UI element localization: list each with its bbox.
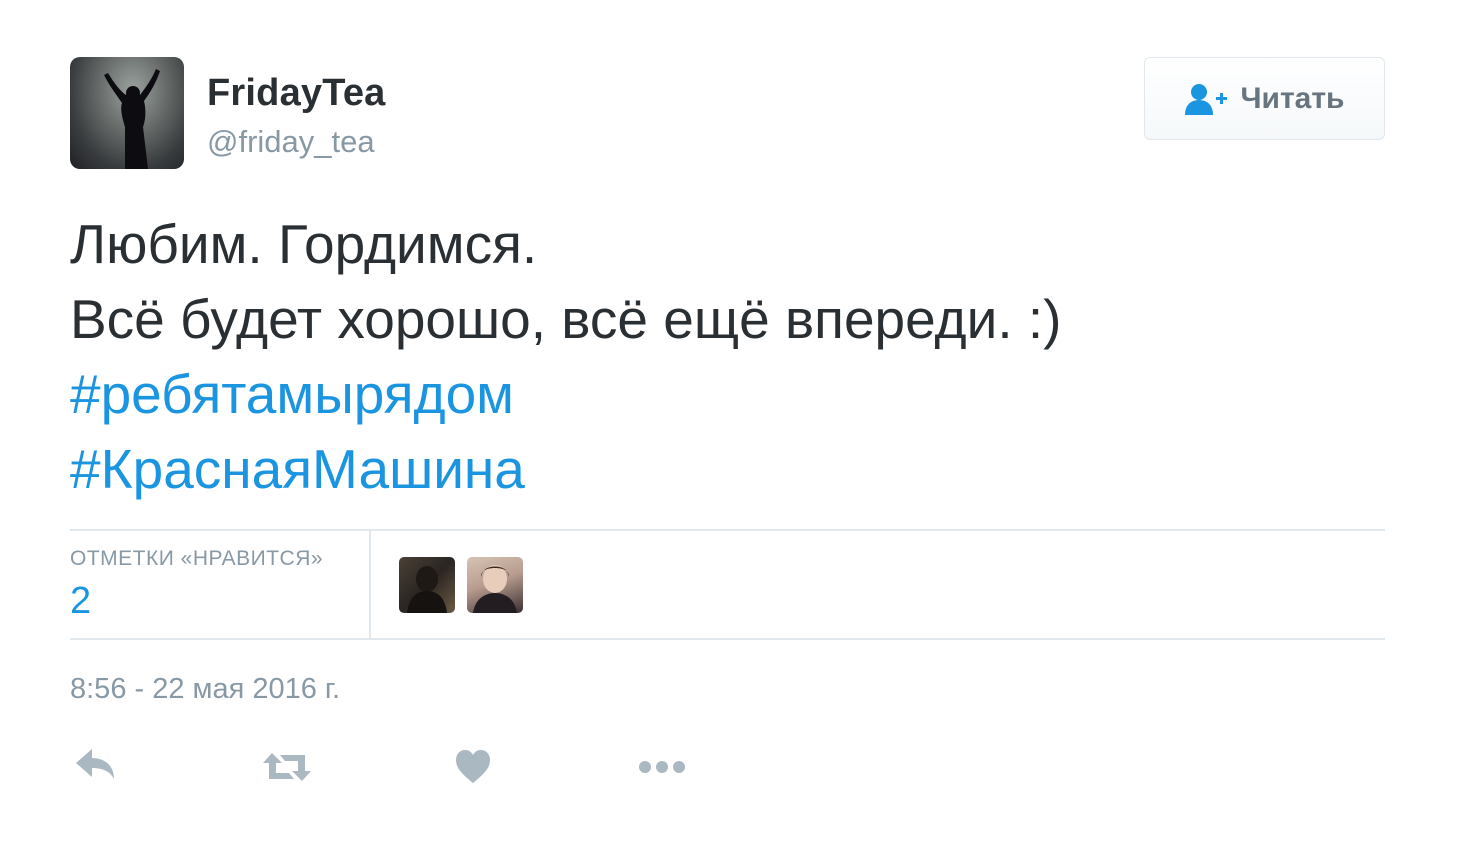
follow-button[interactable]: Читать <box>1144 57 1385 140</box>
reply-icon <box>76 749 114 779</box>
liker-photo <box>473 565 517 613</box>
more-button[interactable] <box>637 745 687 794</box>
liker-avatar[interactable] <box>467 557 523 613</box>
author-handle[interactable]: @friday_tea <box>207 124 375 160</box>
tweet-timestamp[interactable]: 8:56 - 22 мая 2016 г. <box>70 673 340 706</box>
like-button[interactable] <box>454 745 492 794</box>
follow-button-label: Читать <box>1240 81 1345 115</box>
stats-bottom-divider <box>70 638 1385 640</box>
likes-count[interactable]: 2 <box>70 580 91 623</box>
liker-avatar[interactable] <box>399 557 455 613</box>
heart-icon <box>456 750 490 783</box>
reply-button[interactable] <box>74 745 116 794</box>
retweet-button[interactable] <box>262 745 312 794</box>
author-display-name[interactable]: FridayTea <box>207 72 386 115</box>
author-avatar[interactable] <box>70 57 184 169</box>
more-icon <box>639 761 685 773</box>
stats-separator <box>369 531 371 639</box>
tweet-card: FridayTea @friday_tea Читать Любим. Горд… <box>0 0 1460 845</box>
add-user-icon <box>1185 83 1228 115</box>
stats-top-divider <box>70 529 1385 531</box>
hashtag-link[interactable]: #ребятамырядом <box>70 362 514 426</box>
avatar-silhouette <box>104 69 160 169</box>
tweet-text-line-1: Любим. Гордимся. <box>70 213 538 275</box>
likes-label: ОТМЕТКИ «НРАВИТСЯ» <box>70 547 324 570</box>
tweet-text-line-2: Всё будет хорошо, всё ещё впереди. :) <box>70 288 1062 350</box>
hashtag-link[interactable]: #КраснаяМашина <box>70 437 525 501</box>
retweet-icon <box>263 753 311 781</box>
liker-photo <box>407 566 447 613</box>
